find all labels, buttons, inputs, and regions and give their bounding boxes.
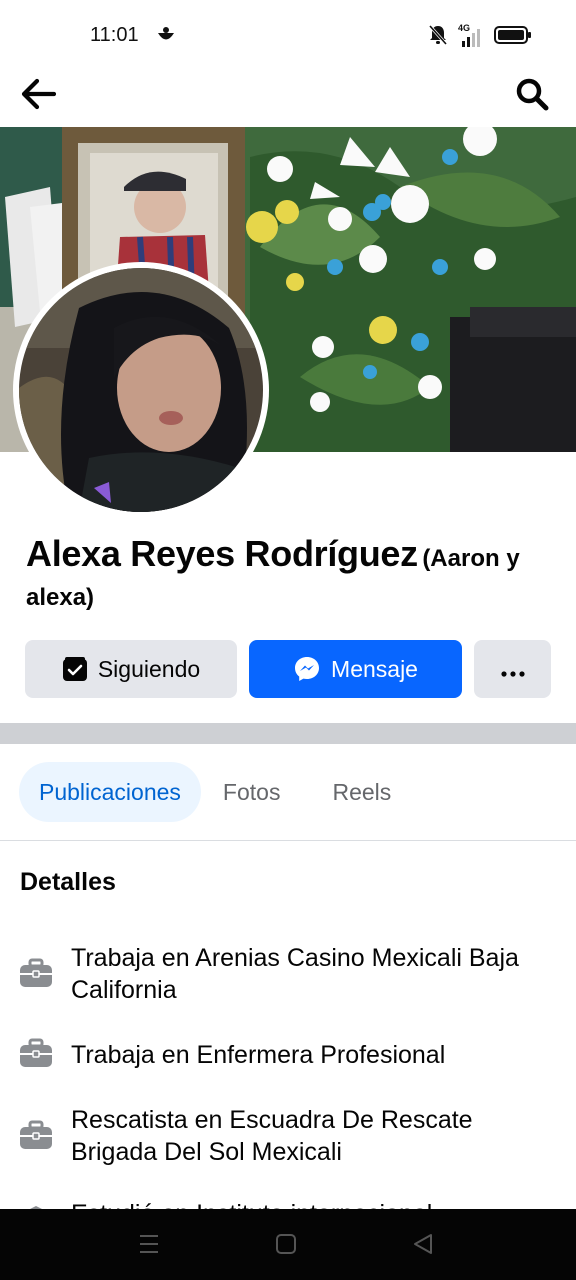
following-label: Siguiendo <box>97 655 201 682</box>
android-nav-bar <box>0 1209 576 1280</box>
top-nav <box>0 70 576 126</box>
detail-text: Rescatista en Escuadra De Rescate Brigad… <box>71 1106 473 1166</box>
battery-icon <box>494 25 532 50</box>
tabs-divider <box>0 840 576 841</box>
status-icons: 4G <box>428 23 532 51</box>
more-dots-icon <box>500 656 525 683</box>
network-label: 4G <box>458 22 471 33</box>
tab-publicaciones[interactable]: Publicaciones <box>19 762 201 822</box>
profile-tabs: Publicaciones Fotos Reels <box>19 762 411 822</box>
following-button[interactable]: Siguiendo <box>25 640 237 698</box>
briefcase-icon <box>19 1118 53 1152</box>
message-button[interactable]: Mensaje <box>249 640 462 698</box>
following-check-icon <box>62 656 88 682</box>
briefcase-icon <box>19 1036 53 1070</box>
back-button[interactable] <box>18 76 58 116</box>
profile-name: Alexa Reyes Rodríguez (Aaron y alexa) <box>26 536 556 619</box>
signal-icon: 4G <box>458 23 484 49</box>
tab-reels[interactable]: Reels <box>312 762 411 822</box>
profile-avatar[interactable] <box>13 262 269 518</box>
message-label: Mensaje <box>331 655 418 682</box>
profile-name-main: Alexa Reyes Rodríguez <box>26 533 418 574</box>
profile-actions: Siguiendo Mensaje <box>25 640 551 698</box>
back-nav-icon[interactable] <box>411 1231 435 1262</box>
briefcase-icon <box>19 956 53 990</box>
section-divider <box>0 723 576 744</box>
search-button[interactable] <box>512 76 552 116</box>
more-options-button[interactable] <box>474 640 551 698</box>
status-time: 11:01 <box>90 24 139 46</box>
messenger-icon <box>293 655 321 683</box>
bell-off-icon <box>428 24 448 51</box>
detail-text: Trabaja en Arenias Casino Mexicali Baja … <box>71 944 519 1004</box>
app-notification-icon <box>156 26 176 49</box>
tab-fotos[interactable]: Fotos <box>203 762 301 822</box>
status-bar: 11:01 4G <box>0 0 576 70</box>
arrow-left-icon <box>20 78 57 115</box>
search-icon <box>515 77 549 116</box>
details-title: Detalles <box>20 868 116 896</box>
home-icon[interactable] <box>275 1231 297 1262</box>
detail-text: Trabaja en Enfermera Profesional <box>71 1041 446 1069</box>
recent-apps-icon[interactable] <box>137 1231 161 1262</box>
